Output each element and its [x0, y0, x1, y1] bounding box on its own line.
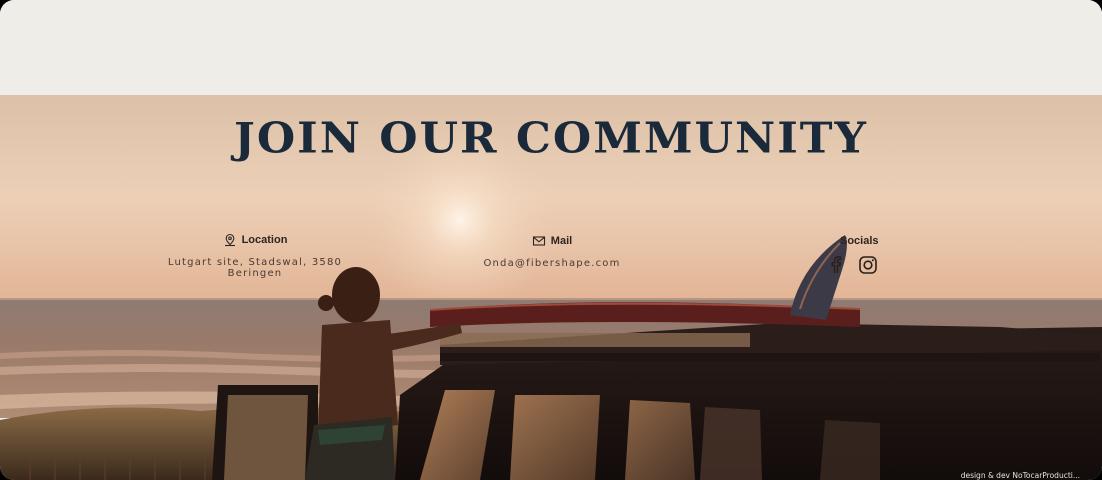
mail-heading: Mail [452, 234, 652, 248]
location-pin-icon [224, 233, 235, 247]
instagram-icon[interactable] [858, 255, 878, 275]
socials-heading: Socials [800, 235, 920, 247]
facebook-icon[interactable] [826, 255, 846, 275]
mail-label: Mail [550, 235, 573, 247]
footer-credit[interactable]: design & dev NoTocarProducti... [961, 471, 1080, 480]
envelope-icon [532, 236, 545, 246]
top-band [0, 0, 1102, 95]
page-title: JOIN OUR COMMUNITY [234, 114, 868, 163]
social-links [826, 255, 878, 275]
socials-block: Socials [800, 235, 920, 247]
socials-label: Socials [840, 235, 879, 247]
page: JOIN OUR COMMUNITY Location Lutgart site… [0, 0, 1102, 480]
location-label: Location [241, 234, 288, 246]
location-block: Location Lutgart site, Stadswal, 3580 Be… [140, 233, 370, 279]
mail-link[interactable]: Onda@fibershape.com [452, 258, 652, 269]
location-value: Lutgart site, Stadswal, 3580 Beringen [167, 257, 343, 279]
location-heading: Location [140, 233, 370, 247]
mail-block: Mail Onda@fibershape.com [452, 234, 652, 269]
community-hero: JOIN OUR COMMUNITY Location Lutgart site… [0, 95, 1102, 480]
